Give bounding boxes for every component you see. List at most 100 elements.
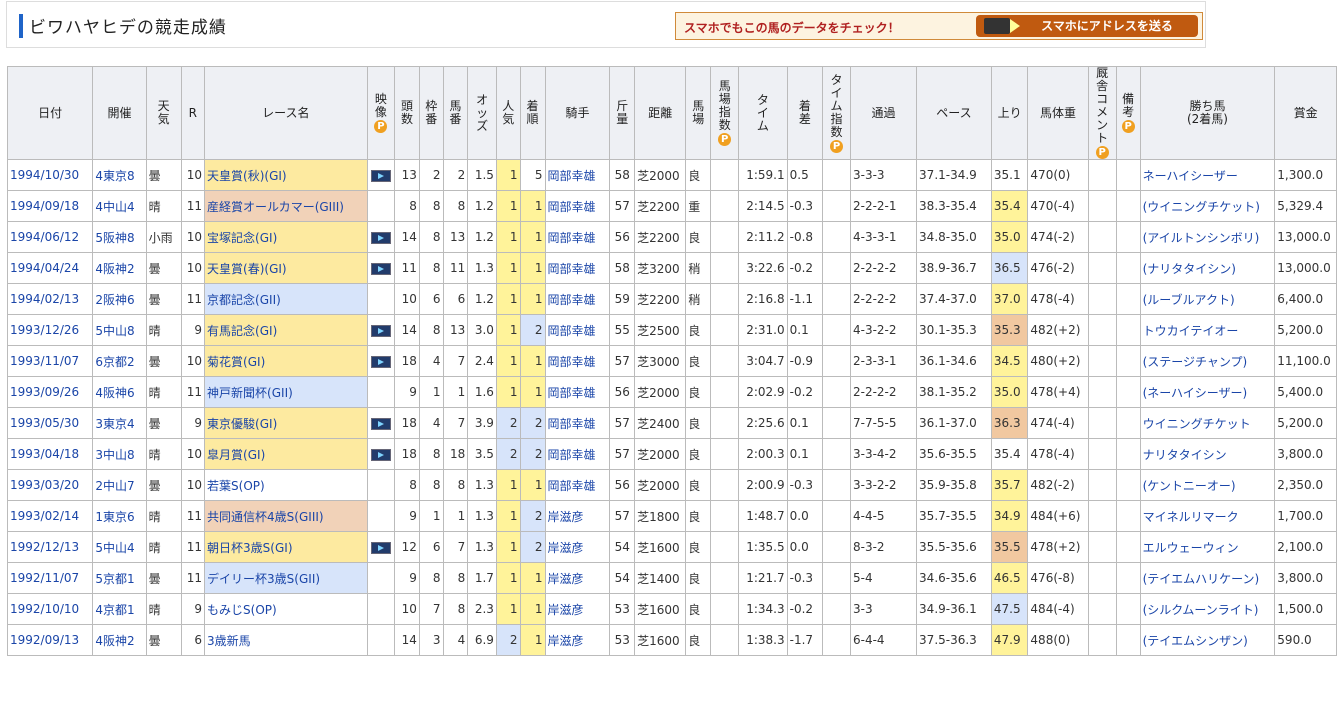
winner-link[interactable]: (ケントニーオー): [1143, 479, 1236, 493]
race-name-link[interactable]: 天皇賞(春)(GI): [207, 262, 287, 276]
winner[interactable]: (ナリタタイシン): [1139, 252, 1276, 284]
winner-link[interactable]: (アイルトンシンボリ): [1143, 231, 1260, 245]
venue-link[interactable]: 4京都1: [95, 603, 134, 617]
venue-link[interactable]: 4阪神2: [95, 262, 134, 276]
jockey[interactable]: 岡部幸雄: [544, 469, 611, 501]
venue[interactable]: 4阪神2: [92, 624, 147, 656]
jockey[interactable]: 岡部幸雄: [544, 407, 611, 439]
race-name[interactable]: 東京優駿(GI): [204, 407, 368, 439]
date-link[interactable]: 1993/09/26: [10, 385, 79, 399]
date[interactable]: 1993/03/20: [6, 469, 94, 501]
jockey[interactable]: 岸滋彦: [544, 531, 611, 563]
winner-link[interactable]: トウカイテイオー: [1143, 324, 1239, 338]
venue[interactable]: 4阪神2: [92, 252, 147, 284]
venue-link[interactable]: 3中山8: [95, 448, 134, 462]
winner-link[interactable]: エルウェーウィン: [1143, 541, 1239, 555]
winner-link[interactable]: (ウイニングチケット): [1143, 200, 1260, 214]
race-name-link[interactable]: 有馬記念(GI): [207, 324, 277, 338]
race-name[interactable]: 皐月賞(GI): [204, 438, 368, 470]
venue[interactable]: 5京都1: [92, 562, 147, 594]
jockey[interactable]: 岡部幸雄: [544, 252, 611, 284]
winner-link[interactable]: ウイニングチケット: [1143, 417, 1251, 431]
winner-link[interactable]: (ステージチャンプ): [1143, 355, 1248, 369]
video-icon[interactable]: [370, 448, 391, 461]
winner-link[interactable]: ナリタタイシン: [1143, 448, 1227, 462]
date[interactable]: 1994/10/30: [6, 159, 94, 191]
venue[interactable]: 4京都1: [92, 593, 147, 625]
venue[interactable]: 3東京4: [92, 407, 147, 439]
winner[interactable]: (ネーハイシーザー): [1139, 376, 1276, 408]
jockey[interactable]: 岸滋彦: [544, 562, 611, 594]
date-link[interactable]: 1993/05/30: [10, 416, 79, 430]
venue[interactable]: 2中山7: [92, 469, 147, 501]
venue-link[interactable]: 4阪神2: [95, 634, 134, 648]
jockey[interactable]: 岡部幸雄: [544, 438, 611, 470]
jockey[interactable]: 岡部幸雄: [544, 159, 611, 191]
date[interactable]: 1992/12/13: [6, 531, 94, 563]
race-name[interactable]: もみじS(OP): [204, 593, 368, 625]
jockey-link[interactable]: 岡部幸雄: [548, 479, 596, 493]
send-to-smartphone-button[interactable]: スマホにアドレスを送る: [976, 15, 1198, 37]
race-name[interactable]: 天皇賞(春)(GI): [204, 252, 368, 284]
winner-link[interactable]: (ナリタタイシン): [1143, 262, 1236, 276]
premium-icon[interactable]: P: [830, 139, 844, 153]
jockey[interactable]: 岸滋彦: [544, 593, 611, 625]
venue-link[interactable]: 2中山7: [95, 479, 134, 493]
winner[interactable]: (ルーブルアクト): [1139, 283, 1276, 315]
venue[interactable]: 2阪神6: [92, 283, 147, 315]
race-name-link[interactable]: 3歳新馬: [207, 634, 251, 648]
date[interactable]: 1994/06/12: [6, 221, 94, 253]
date[interactable]: 1993/12/26: [6, 314, 94, 346]
race-name-link[interactable]: 東京優駿(GI): [207, 417, 277, 431]
winner-link[interactable]: (テイエムハリケーン): [1143, 572, 1260, 586]
venue-link[interactable]: 5京都1: [95, 572, 134, 586]
video-icon[interactable]: [370, 417, 391, 430]
date[interactable]: 1992/11/07: [6, 562, 94, 594]
winner[interactable]: (シルクムーンライト): [1139, 593, 1276, 625]
winner[interactable]: (ウイニングチケット): [1139, 190, 1276, 222]
race-name-link[interactable]: 共同通信杯4歳S(GIII): [207, 510, 324, 524]
jockey-link[interactable]: 岡部幸雄: [548, 448, 596, 462]
venue[interactable]: 5阪神8: [92, 221, 147, 253]
jockey[interactable]: 岸滋彦: [544, 624, 611, 656]
jockey[interactable]: 岡部幸雄: [544, 345, 611, 377]
jockey[interactable]: 岸滋彦: [544, 500, 611, 532]
winner[interactable]: マイネルリマーク: [1139, 500, 1276, 532]
jockey-link[interactable]: 岸滋彦: [548, 541, 584, 555]
race-name-link[interactable]: 宝塚記念(GI): [207, 231, 277, 245]
date-link[interactable]: 1993/03/20: [10, 478, 79, 492]
race-name[interactable]: 有馬記念(GI): [204, 314, 368, 346]
race-name-link[interactable]: 若葉S(OP): [207, 479, 265, 493]
race-name[interactable]: 菊花賞(GI): [204, 345, 368, 377]
date[interactable]: 1993/02/14: [6, 500, 94, 532]
venue-link[interactable]: 4阪神6: [95, 386, 134, 400]
video-icon[interactable]: [370, 355, 391, 368]
venue-link[interactable]: 6京都2: [95, 355, 134, 369]
winner-link[interactable]: マイネルリマーク: [1143, 510, 1239, 524]
race-name[interactable]: 天皇賞(秋)(GI): [204, 159, 368, 191]
race-name-link[interactable]: デイリー杯3歳S(GII): [207, 572, 320, 586]
jockey[interactable]: 岡部幸雄: [544, 190, 611, 222]
date[interactable]: 1993/04/18: [6, 438, 94, 470]
date[interactable]: 1994/02/13: [6, 283, 94, 315]
jockey-link[interactable]: 岡部幸雄: [548, 355, 596, 369]
date-link[interactable]: 1992/12/13: [10, 540, 79, 554]
winner[interactable]: (ケントニーオー): [1139, 469, 1276, 501]
winner[interactable]: ネーハイシーザー: [1139, 159, 1276, 191]
video-icon[interactable]: [370, 231, 391, 244]
date-link[interactable]: 1994/02/13: [10, 292, 79, 306]
jockey[interactable]: 岡部幸雄: [544, 314, 611, 346]
video-icon[interactable]: [370, 262, 391, 275]
venue-link[interactable]: 2阪神6: [95, 293, 134, 307]
venue[interactable]: 5中山4: [92, 531, 147, 563]
race-name[interactable]: 産経賞オールカマー(GIII): [204, 190, 368, 222]
date-link[interactable]: 1993/04/18: [10, 447, 79, 461]
venue[interactable]: 5中山8: [92, 314, 147, 346]
race-name[interactable]: 神戸新聞杯(GII): [204, 376, 368, 408]
premium-icon[interactable]: P: [374, 120, 388, 133]
premium-icon[interactable]: P: [1121, 120, 1135, 133]
venue-link[interactable]: 5中山8: [95, 324, 134, 338]
jockey-link[interactable]: 岡部幸雄: [548, 293, 596, 307]
race-name[interactable]: 京都記念(GII): [204, 283, 368, 315]
date[interactable]: 1993/11/07: [6, 345, 94, 377]
